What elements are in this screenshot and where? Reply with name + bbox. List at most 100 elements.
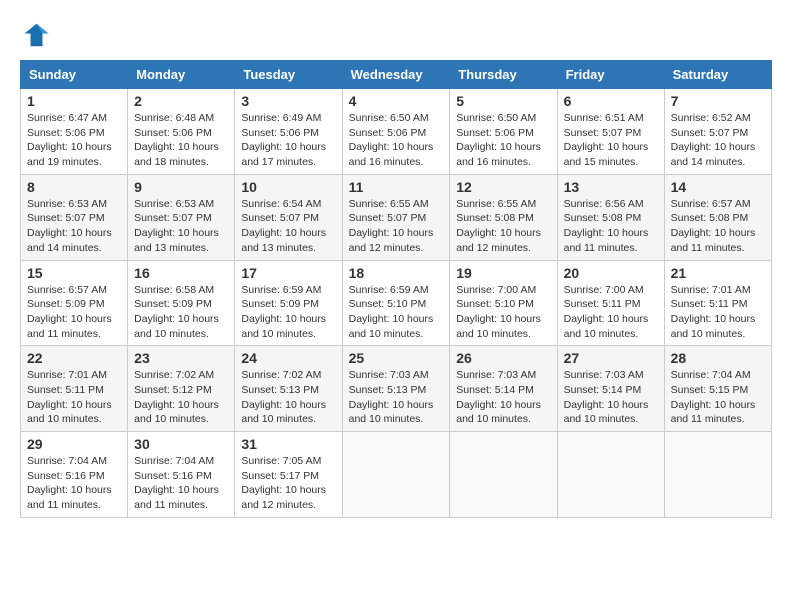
weekday-header-saturday: Saturday: [664, 61, 771, 89]
calendar-cell: 14 Sunrise: 6:57 AM Sunset: 5:08 PM Dayli…: [664, 174, 771, 260]
calendar-cell: 19 Sunrise: 7:00 AM Sunset: 5:10 PM Dayli…: [450, 260, 557, 346]
day-number: 20: [564, 265, 658, 281]
calendar-cell: 29Sunrise: 7:04 AM Sunset: 5:16 PM Dayli…: [21, 432, 128, 518]
calendar-cell: 24Sunrise: 7:02 AM Sunset: 5:13 PM Dayli…: [235, 346, 342, 432]
calendar-cell: [450, 432, 557, 518]
calendar-cell: 15Sunrise: 6:57 AM Sunset: 5:09 PM Dayli…: [21, 260, 128, 346]
day-info: Sunrise: 6:50 AM Sunset: 5:06 PM Dayligh…: [349, 111, 444, 170]
weekday-header-wednesday: Wednesday: [342, 61, 450, 89]
day-number: 19: [456, 265, 550, 281]
day-number: 1: [27, 93, 121, 109]
logo: [20, 20, 54, 50]
day-number: 16: [134, 265, 228, 281]
day-info: Sunrise: 7:03 AM Sunset: 5:13 PM Dayligh…: [349, 368, 444, 427]
calendar-cell: 20 Sunrise: 7:00 AM Sunset: 5:11 PM Dayli…: [557, 260, 664, 346]
day-number: 25: [349, 350, 444, 366]
day-info: Sunrise: 6:48 AM Sunset: 5:06 PM Dayligh…: [134, 111, 228, 170]
day-number: 5: [456, 93, 550, 109]
calendar-cell: [664, 432, 771, 518]
day-info: Sunrise: 7:00 AM Sunset: 5:11 PM Dayligh…: [564, 283, 658, 342]
calendar-week-row: 8 Sunrise: 6:53 AM Sunset: 5:07 PM Daylig…: [21, 174, 772, 260]
calendar-cell: 28 Sunrise: 7:04 AM Sunset: 5:15 PM Dayli…: [664, 346, 771, 432]
day-info: Sunrise: 6:57 AM Sunset: 5:09 PM Dayligh…: [27, 283, 121, 342]
calendar-cell: 25 Sunrise: 7:03 AM Sunset: 5:13 PM Dayli…: [342, 346, 450, 432]
day-number: 18: [349, 265, 444, 281]
calendar-cell: 11 Sunrise: 6:55 AM Sunset: 5:07 PM Dayli…: [342, 174, 450, 260]
calendar-cell: 22 Sunrise: 7:01 AM Sunset: 5:11 PM Dayli…: [21, 346, 128, 432]
day-info: Sunrise: 6:51 AM Sunset: 5:07 PM Dayligh…: [564, 111, 658, 170]
calendar-cell: 10 Sunrise: 6:54 AM Sunset: 5:07 PM Dayli…: [235, 174, 342, 260]
day-number: 9: [134, 179, 228, 195]
calendar-week-row: 29 Sunrise: 7:04 AM Sunset: 5:16 PM Dayli…: [21, 432, 772, 518]
day-info: Sunrise: 6:55 AM Sunset: 5:07 PM Dayligh…: [349, 197, 444, 256]
day-info: Sunrise: 6:57 AM Sunset: 5:08 PM Dayligh…: [671, 197, 765, 256]
day-number: 14: [671, 179, 765, 195]
day-info: Sunrise: 6:54 AM Sunset: 5:07 PM Dayligh…: [241, 197, 335, 256]
calendar-cell: 17 Sunrise: 6:59 AM Sunset: 5:09 PM Dayli…: [235, 260, 342, 346]
weekday-header-row: SundayMondayTuesdayWednesdayThursdayFrid…: [21, 61, 772, 89]
weekday-header-tuesday: Tuesday: [235, 61, 342, 89]
day-number: 28: [671, 350, 765, 366]
day-info: Sunrise: 6:49 AM Sunset: 5:06 PM Dayligh…: [241, 111, 335, 170]
day-info: Sunrise: 7:01 AM Sunset: 5:11 PM Dayligh…: [671, 283, 765, 342]
calendar-cell: 18 Sunrise: 6:59 AM Sunset: 5:10 PM Dayli…: [342, 260, 450, 346]
day-info: Sunrise: 6:47 AM Sunset: 5:06 PM Dayligh…: [27, 111, 121, 170]
calendar-cell: 7Sunrise: 6:52 AM Sunset: 5:07 PM Daylig…: [664, 89, 771, 175]
logo-icon: [20, 20, 50, 50]
calendar-week-row: 1 Sunrise: 6:47 AM Sunset: 5:06 PM Daylig…: [21, 89, 772, 175]
page-header: [20, 20, 772, 50]
calendar-cell: 12 Sunrise: 6:55 AM Sunset: 5:08 PM Dayli…: [450, 174, 557, 260]
day-info: Sunrise: 7:05 AM Sunset: 5:17 PM Dayligh…: [241, 454, 335, 513]
day-info: Sunrise: 7:01 AM Sunset: 5:11 PM Dayligh…: [27, 368, 121, 427]
calendar-cell: 5 Sunrise: 6:50 AM Sunset: 5:06 PM Daylig…: [450, 89, 557, 175]
calendar-cell: 16 Sunrise: 6:58 AM Sunset: 5:09 PM Dayli…: [128, 260, 235, 346]
calendar-cell: 1 Sunrise: 6:47 AM Sunset: 5:06 PM Daylig…: [21, 89, 128, 175]
day-info: Sunrise: 6:58 AM Sunset: 5:09 PM Dayligh…: [134, 283, 228, 342]
calendar-cell: 9Sunrise: 6:53 AM Sunset: 5:07 PM Daylig…: [128, 174, 235, 260]
day-number: 12: [456, 179, 550, 195]
day-info: Sunrise: 6:59 AM Sunset: 5:10 PM Dayligh…: [349, 283, 444, 342]
day-info: Sunrise: 6:59 AM Sunset: 5:09 PM Dayligh…: [241, 283, 335, 342]
day-number: 22: [27, 350, 121, 366]
day-number: 11: [349, 179, 444, 195]
day-number: 29: [27, 436, 121, 452]
calendar-cell: 13 Sunrise: 6:56 AM Sunset: 5:08 PM Dayli…: [557, 174, 664, 260]
day-info: Sunrise: 7:03 AM Sunset: 5:14 PM Dayligh…: [564, 368, 658, 427]
day-number: 10: [241, 179, 335, 195]
calendar-week-row: 15Sunrise: 6:57 AM Sunset: 5:09 PM Dayli…: [21, 260, 772, 346]
calendar-cell: 30Sunrise: 7:04 AM Sunset: 5:16 PM Dayli…: [128, 432, 235, 518]
day-info: Sunrise: 7:03 AM Sunset: 5:14 PM Dayligh…: [456, 368, 550, 427]
calendar-cell: 2Sunrise: 6:48 AM Sunset: 5:06 PM Daylig…: [128, 89, 235, 175]
weekday-header-friday: Friday: [557, 61, 664, 89]
calendar-cell: 6 Sunrise: 6:51 AM Sunset: 5:07 PM Daylig…: [557, 89, 664, 175]
day-info: Sunrise: 7:00 AM Sunset: 5:10 PM Dayligh…: [456, 283, 550, 342]
calendar-week-row: 22 Sunrise: 7:01 AM Sunset: 5:11 PM Dayli…: [21, 346, 772, 432]
calendar-cell: 31 Sunrise: 7:05 AM Sunset: 5:17 PM Dayli…: [235, 432, 342, 518]
calendar-table: SundayMondayTuesdayWednesdayThursdayFrid…: [20, 60, 772, 518]
day-info: Sunrise: 6:53 AM Sunset: 5:07 PM Dayligh…: [27, 197, 121, 256]
weekday-header-sunday: Sunday: [21, 61, 128, 89]
day-number: 24: [241, 350, 335, 366]
weekday-header-thursday: Thursday: [450, 61, 557, 89]
calendar-cell: [342, 432, 450, 518]
day-number: 17: [241, 265, 335, 281]
day-info: Sunrise: 6:52 AM Sunset: 5:07 PM Dayligh…: [671, 111, 765, 170]
day-info: Sunrise: 6:56 AM Sunset: 5:08 PM Dayligh…: [564, 197, 658, 256]
calendar-cell: [557, 432, 664, 518]
day-number: 23: [134, 350, 228, 366]
day-info: Sunrise: 7:04 AM Sunset: 5:15 PM Dayligh…: [671, 368, 765, 427]
calendar-cell: 27Sunrise: 7:03 AM Sunset: 5:14 PM Dayli…: [557, 346, 664, 432]
day-number: 13: [564, 179, 658, 195]
day-number: 21: [671, 265, 765, 281]
day-info: Sunrise: 7:02 AM Sunset: 5:12 PM Dayligh…: [134, 368, 228, 427]
day-number: 31: [241, 436, 335, 452]
day-info: Sunrise: 6:55 AM Sunset: 5:08 PM Dayligh…: [456, 197, 550, 256]
calendar-cell: 3Sunrise: 6:49 AM Sunset: 5:06 PM Daylig…: [235, 89, 342, 175]
calendar-cell: 4Sunrise: 6:50 AM Sunset: 5:06 PM Daylig…: [342, 89, 450, 175]
day-number: 26: [456, 350, 550, 366]
day-info: Sunrise: 7:04 AM Sunset: 5:16 PM Dayligh…: [134, 454, 228, 513]
day-number: 8: [27, 179, 121, 195]
weekday-header-monday: Monday: [128, 61, 235, 89]
day-info: Sunrise: 6:50 AM Sunset: 5:06 PM Dayligh…: [456, 111, 550, 170]
day-number: 6: [564, 93, 658, 109]
